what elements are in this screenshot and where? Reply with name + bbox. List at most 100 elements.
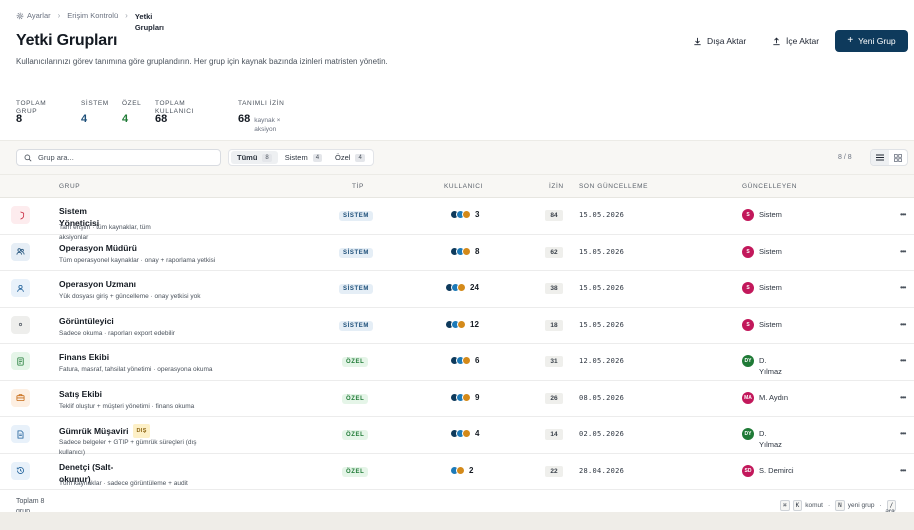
col-group[interactable]: GRUP xyxy=(59,183,80,190)
updater-name: D. Yılmaz xyxy=(759,429,782,449)
download-icon xyxy=(694,37,701,45)
updater-name: D. Yılmaz xyxy=(759,356,782,376)
updated-by: SD S. Demirci xyxy=(742,464,794,477)
col-last-update[interactable]: SON GÜNCELLEME xyxy=(579,183,648,190)
filter-label: Tümü xyxy=(237,153,258,162)
table-header: GRUP TİP KULLANICI İZİN SON GÜNCELLEME G… xyxy=(0,174,914,198)
user-stack[interactable]: 2 xyxy=(450,465,473,475)
user-avatar-dot xyxy=(462,356,471,365)
more-options-icon[interactable]: ••• xyxy=(900,393,906,402)
user-stack[interactable]: 6 xyxy=(450,356,479,365)
user-stack[interactable]: 3 xyxy=(450,210,479,219)
more-options-icon[interactable]: ••• xyxy=(900,247,906,256)
import-button[interactable]: İçe Aktar xyxy=(764,30,827,52)
last-update-date: 15.05.2026 xyxy=(579,320,625,329)
breadcrumb-item-settings[interactable]: Ayarlar xyxy=(16,11,51,20)
export-label: Dışa Aktar xyxy=(707,36,747,46)
table-row[interactable]: Operasyon Uzmanı Yük dosyası giriş + günc… xyxy=(0,271,914,308)
group-description: Yük dosyası giriş + güncelleme · onay ye… xyxy=(59,293,201,300)
type-badge: SİSTEM xyxy=(339,211,373,221)
user-count: 9 xyxy=(475,392,480,402)
export-button[interactable]: Dışa Aktar xyxy=(685,30,754,52)
receipt-icon xyxy=(11,352,30,370)
stat-value: 4 xyxy=(122,113,129,125)
last-update-date: 28.04.2026 xyxy=(579,466,625,475)
group-name-label: Finans Ekibi xyxy=(59,352,110,362)
type-badge: SİSTEM xyxy=(339,320,373,331)
user-avatar-dot xyxy=(457,283,466,292)
type-badge: ÖZEL xyxy=(342,430,369,440)
filter-custom[interactable]: Özel 4 xyxy=(329,151,371,164)
group-name[interactable]: Operasyon Uzmanı xyxy=(59,278,136,290)
table-row[interactable]: Gümrük Müşaviri DIŞ Sadece belgeler + GTIP… xyxy=(0,417,914,456)
user-stack[interactable]: 8 xyxy=(450,246,479,256)
group-name[interactable]: Görüntüleyici xyxy=(59,315,114,327)
breadcrumb-item-access[interactable]: Erişim Kontrolü xyxy=(67,11,118,20)
col-perms[interactable]: İZİN xyxy=(549,183,564,190)
user-stack[interactable]: 9 xyxy=(450,392,480,402)
more-options-icon[interactable]: ••• xyxy=(900,466,906,475)
last-update-date: 08.05.2026 xyxy=(579,393,625,402)
kbd-key: N xyxy=(835,500,845,511)
group-name-label: Satış Ekibi xyxy=(59,388,102,399)
table-row[interactable]: Sistem Yöneticisi Tam erişim · tüm kaynak… xyxy=(0,198,914,241)
external-tag: DIŞ xyxy=(133,424,150,438)
page: Ayarlar › Erişim Kontrolü › Yetki Grupla… xyxy=(0,0,914,512)
more-options-icon[interactable]: ••• xyxy=(900,210,906,219)
col-users[interactable]: KULLANICI xyxy=(444,183,483,190)
avatar: S xyxy=(742,282,754,294)
shortcut-label: ara xyxy=(885,508,895,512)
table-row[interactable]: Satış Ekibi Teklif oluştur + müşteri yöne… xyxy=(0,381,914,417)
new-group-button[interactable]: + Yeni Grup xyxy=(835,30,908,52)
group-name[interactable]: Satış Ekibi xyxy=(59,388,102,400)
shortcut-hints: ⌘ K komut · N yeni grup · / ara xyxy=(780,496,897,512)
table-row[interactable]: Görüntüleyici Sadece okuma · raporları ex… xyxy=(0,308,914,344)
upload-icon xyxy=(773,37,780,45)
user-avatar-dot xyxy=(462,210,471,219)
eye-icon xyxy=(11,315,30,334)
breadcrumb: Ayarlar › Erişim Kontrolü › Yetki Grupla… xyxy=(16,11,175,33)
toolbar: Tümü 8 Sistem 4 Özel 4 8 / 8 xyxy=(0,140,914,174)
last-update-date: 15.05.2026 xyxy=(579,247,625,256)
more-options-icon[interactable]: ••• xyxy=(900,356,906,365)
table-row[interactable]: Denetçi (Salt-okunur) Tüm kaynaklar · sad… xyxy=(0,454,914,490)
user-count: 12 xyxy=(470,319,479,329)
col-updated-by[interactable]: GÜNCELLEYEN xyxy=(742,183,797,190)
chevron-right-icon: › xyxy=(125,11,128,20)
group-name[interactable]: Operasyon Müdürü xyxy=(59,242,137,254)
view-toggle xyxy=(870,149,908,166)
permission-count: 22 xyxy=(545,465,563,477)
user-avatar-dot xyxy=(457,319,466,329)
permission-count: 31 xyxy=(545,356,563,367)
user-stack[interactable]: 24 xyxy=(445,283,479,292)
filter-all[interactable]: Tümü 8 xyxy=(231,151,278,164)
chevron-right-icon: › xyxy=(57,11,61,20)
more-options-icon[interactable]: ••• xyxy=(900,429,906,438)
group-name[interactable]: Gümrük Müşaviri DIŞ xyxy=(59,424,150,438)
more-options-icon[interactable]: ••• xyxy=(900,320,906,329)
updated-by: S Sistem xyxy=(742,282,782,294)
permission-count: 84 xyxy=(545,210,563,221)
plus-icon: + xyxy=(847,35,854,46)
user-stack[interactable]: 12 xyxy=(445,319,479,329)
group-name[interactable]: Finans Ekibi xyxy=(59,351,109,363)
updater-name: M. Aydın xyxy=(759,392,789,402)
list-view-icon[interactable] xyxy=(871,150,889,165)
table-row[interactable]: Operasyon Müdürü Tüm operasyonel kaynakla… xyxy=(0,235,914,271)
pager-count: 8 / 8 xyxy=(838,154,852,161)
table-row[interactable]: Finans Ekibi Fatura, masraf, tahsilat yön… xyxy=(0,344,914,381)
user-stack[interactable]: 4 xyxy=(450,429,479,438)
filter-system[interactable]: Sistem 4 xyxy=(279,151,328,164)
user-count: 4 xyxy=(475,429,480,438)
search-input[interactable] xyxy=(38,153,208,162)
users-icon xyxy=(11,242,30,261)
grid-view-icon[interactable] xyxy=(889,150,907,165)
search-box[interactable] xyxy=(16,149,221,166)
last-update-date: 15.05.2026 xyxy=(579,211,625,219)
col-type[interactable]: TİP xyxy=(352,183,364,190)
more-options-icon[interactable]: ••• xyxy=(900,283,906,292)
stat-value: 8 xyxy=(16,113,23,125)
user-count: 24 xyxy=(470,283,479,292)
type-badge: SİSTEM xyxy=(339,247,373,258)
footer-total: Toplam 8 grup xyxy=(16,498,45,512)
